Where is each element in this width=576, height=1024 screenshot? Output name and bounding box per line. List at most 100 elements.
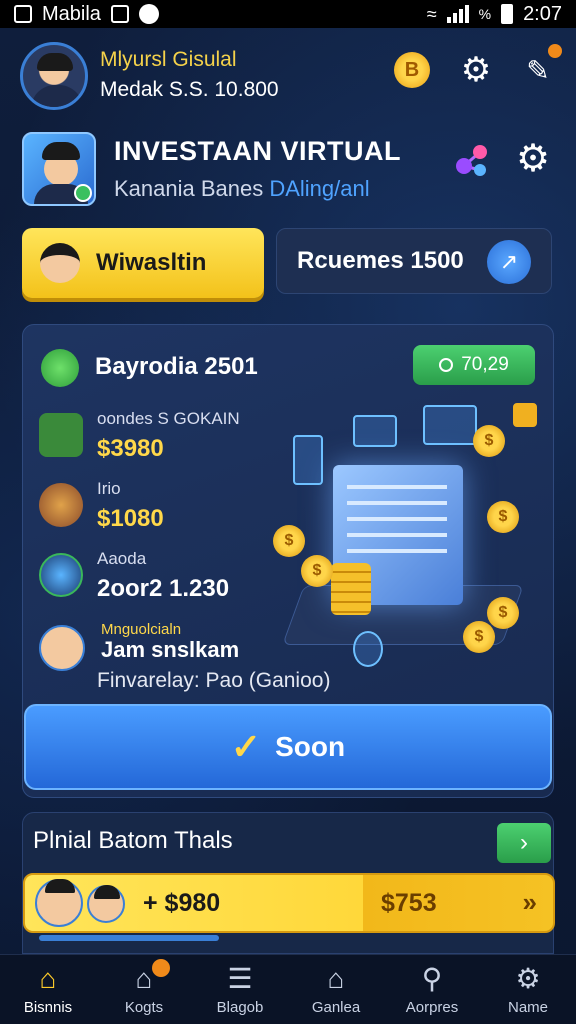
cube-icon: [513, 403, 537, 427]
avatar-hat: [42, 142, 80, 160]
primary-action-button[interactable]: Wiwasltin: [22, 228, 264, 298]
edit-icon[interactable]: ✎: [520, 52, 556, 88]
leaderboard-panel: Plnial Batom Thals › + $980 $753 »: [22, 812, 555, 954]
status-right: ≈ % 2:07: [427, 3, 562, 26]
nav-label: Bisnnis: [23, 999, 73, 1016]
profile-avatar: [39, 625, 85, 671]
bottom-nav: ⌂ Bisnnis ⌂ Kogts ☰ Blagob ⌂ Ganlea ⚲ Ao…: [0, 954, 576, 1024]
growth-icon: [41, 349, 79, 387]
user-name: Mlyursl Gisulal: [100, 48, 237, 71]
profile-name: Jam snslkam: [101, 637, 240, 662]
nav-label: Blagob: [216, 999, 264, 1016]
leaderboard-row[interactable]: + $980 $753 »: [23, 873, 555, 933]
avatar-suit: [31, 85, 83, 107]
list-icon: ☰: [227, 963, 253, 994]
house-icon: ⌂: [135, 963, 153, 994]
nav-item-ganlea[interactable]: ⌂ Ganlea: [288, 955, 384, 1024]
banner-subtitle-main: Kanania Banes: [114, 176, 270, 201]
coin-pouch-icon: [39, 483, 83, 527]
status-bar: Mabila ≈ % 2:07: [0, 0, 576, 28]
search-icon: [39, 553, 83, 597]
molecule-icon[interactable]: [452, 140, 492, 180]
nav-item-aorpres[interactable]: ⚲ Aorpres: [384, 955, 480, 1024]
stat-value: $1080: [97, 505, 164, 532]
profile-small-label: Mnguolcialn: [101, 621, 182, 638]
coin-icon: $: [487, 501, 519, 533]
gallery-icon: [14, 5, 32, 23]
nav-item-name[interactable]: ⚙ Name: [480, 955, 576, 1024]
stat-label: Irio: [97, 479, 121, 498]
settings-icon[interactable]: ⚙: [458, 51, 494, 89]
nav-label: Ganlea: [311, 999, 361, 1016]
status-time: 2:07: [523, 2, 562, 25]
badge-dot-icon: [439, 358, 454, 372]
database-icon: [353, 631, 383, 667]
chart-arrow-icon: ↗: [487, 240, 531, 284]
hologram-icon: [423, 405, 477, 445]
player-avatar: [87, 885, 125, 923]
coin-icon: $: [473, 425, 505, 457]
battery-icon: [501, 4, 514, 24]
banner-subtitle: Kanania Banes DAling/anl: [114, 176, 370, 202]
secondary-action-label: Rcuemes 1500: [297, 247, 464, 274]
nav-item-kogts[interactable]: ⌂ Kogts: [96, 955, 192, 1024]
coin-icon[interactable]: B: [394, 52, 430, 88]
online-badge: [74, 184, 92, 202]
primary-action-label: Wiwasltin: [96, 249, 207, 276]
nav-label: Name: [507, 999, 548, 1016]
secondary-action-button[interactable]: Rcuemes 1500 ↗: [276, 228, 552, 294]
status-app-label: Mabila: [42, 2, 101, 25]
row-amount: + $980: [143, 889, 221, 917]
stat-value: 2oor2 1.230: [97, 575, 230, 602]
main-action-label: Soon: [275, 731, 346, 762]
stat-label: Aaoda: [97, 549, 147, 568]
avatar-hat: [37, 53, 73, 71]
nav-item-bisnnis[interactable]: ⌂ Bisnnis: [0, 955, 96, 1024]
nav-label: Kogts: [124, 999, 164, 1016]
coin-icon: $: [301, 555, 333, 587]
agent-icon: [40, 243, 80, 283]
search-icon: ⚲: [421, 963, 443, 994]
stat-value: $3980: [97, 435, 164, 462]
nav-label: Aorpres: [405, 999, 459, 1016]
hologram-icon: [293, 435, 323, 485]
double-chevron-icon: »: [522, 887, 537, 917]
user-avatar[interactable]: [20, 42, 88, 110]
signal-icon: [446, 5, 469, 23]
banner-settings-icon[interactable]: ⚙: [516, 136, 550, 181]
user-header: Mlyursl Gisulal Medak S.S. 10.800 B ⚙ ✎: [20, 40, 562, 112]
stat-row: oondes S GOKAIN $3980: [39, 405, 279, 467]
profile-icon: ⚙: [515, 963, 541, 994]
coin-icon: $: [463, 621, 495, 653]
panel-badge-value: 70,29: [461, 354, 509, 375]
main-action-button[interactable]: ✓ Soon: [24, 704, 552, 790]
app-icon: [138, 4, 159, 24]
chevron-right-icon[interactable]: ›: [497, 823, 551, 863]
banner-title: INVESTAAN VIRTUAL: [114, 136, 402, 166]
leaderboard-title: Plnial Batom Thals: [33, 827, 233, 854]
coin-icon: $: [273, 525, 305, 557]
home-icon: ⌂: [327, 963, 345, 994]
signal-text: %: [478, 6, 492, 22]
stat-label: oondes S GOKAIN: [97, 409, 240, 428]
coin-icon: $: [487, 597, 519, 629]
game-banner: INVESTAAN VIRTUAL Kanania Banes DAling/a…: [22, 130, 556, 210]
player-avatar: [35, 879, 83, 927]
stat-row: Aaoda 2oor2 1.230: [39, 545, 279, 607]
gold-bar-icon: [39, 413, 83, 457]
server-illustration: $ $ $ $ $ $: [273, 385, 543, 685]
notification-icon: [110, 5, 129, 23]
notification-dot: [548, 44, 562, 58]
bolt-icon: ✓: [230, 726, 262, 767]
user-balance: Medak S.S. 10.800: [100, 78, 279, 101]
panel-badge[interactable]: 70,29: [413, 345, 535, 385]
wifi-icon: ≈: [426, 3, 437, 24]
progress-bar: [39, 935, 219, 941]
panel-title: Bayrodia 2501: [95, 353, 258, 380]
status-left: Mabila: [14, 3, 159, 26]
nav-item-blagob[interactable]: ☰ Blagob: [192, 955, 288, 1024]
hologram-icon: [353, 415, 397, 447]
coin-stack-icon: [331, 563, 371, 615]
banner-subtitle-highlight: DAling/anl: [269, 176, 370, 201]
home-icon: ⌂: [39, 963, 57, 994]
